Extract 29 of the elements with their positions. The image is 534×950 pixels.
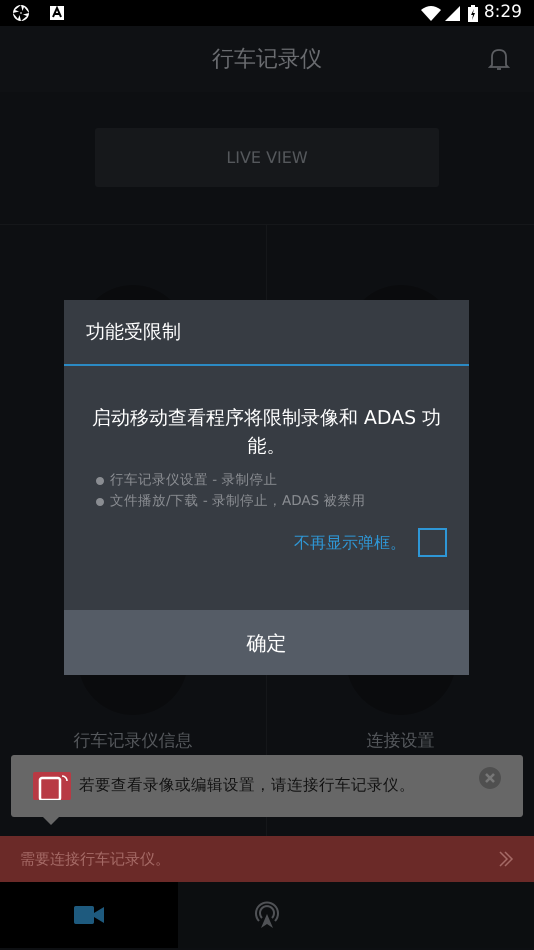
checkbox[interactable]	[418, 528, 447, 557]
alert-bar[interactable]: 需要连接行车记录仪。	[0, 836, 534, 882]
signal-icon	[444, 6, 460, 20]
dont-show-label[interactable]: 不再显示弹框。	[294, 530, 406, 554]
live-view-button[interactable]: LIVE VIEW	[95, 128, 439, 187]
bullet-text: 行车记录仪设置 - 录制停止	[110, 471, 278, 490]
close-icon[interactable]	[479, 767, 501, 789]
nav-tab[interactable]	[0, 882, 178, 948]
sync-icon	[12, 4, 30, 22]
tile-label[interactable]: 行车记录仪信息	[74, 729, 192, 754]
dialog-message: 启动移动查看程序将限制录像和 ADAS 功能。	[90, 406, 442, 459]
bullet-icon	[96, 498, 104, 506]
ok-button[interactable]: 确定	[64, 610, 469, 675]
tooltip-text: 若要查看录像或编辑设置，请连接行车记录仪。	[79, 775, 416, 796]
dialog-title: 功能受限制	[86, 320, 181, 345]
wifi-icon	[420, 6, 441, 20]
bullet-icon	[96, 476, 104, 484]
phone-wifi-icon	[33, 772, 71, 800]
video-camera-icon	[74, 906, 104, 924]
double-chevron-icon[interactable]	[498, 851, 514, 867]
clock: 8:29	[484, 1, 522, 24]
page-title: 行车记录仪	[212, 46, 322, 74]
alert-text: 需要连接行车记录仪。	[20, 848, 171, 870]
broadcast-icon	[253, 901, 281, 929]
battery-icon	[468, 4, 478, 22]
bell-icon[interactable]	[488, 47, 510, 71]
text-icon	[50, 6, 64, 20]
tile-label[interactable]: 连接设置	[366, 729, 434, 754]
bullet-text: 文件播放/下载 - 录制停止，ADAS 被禁用	[110, 492, 366, 511]
